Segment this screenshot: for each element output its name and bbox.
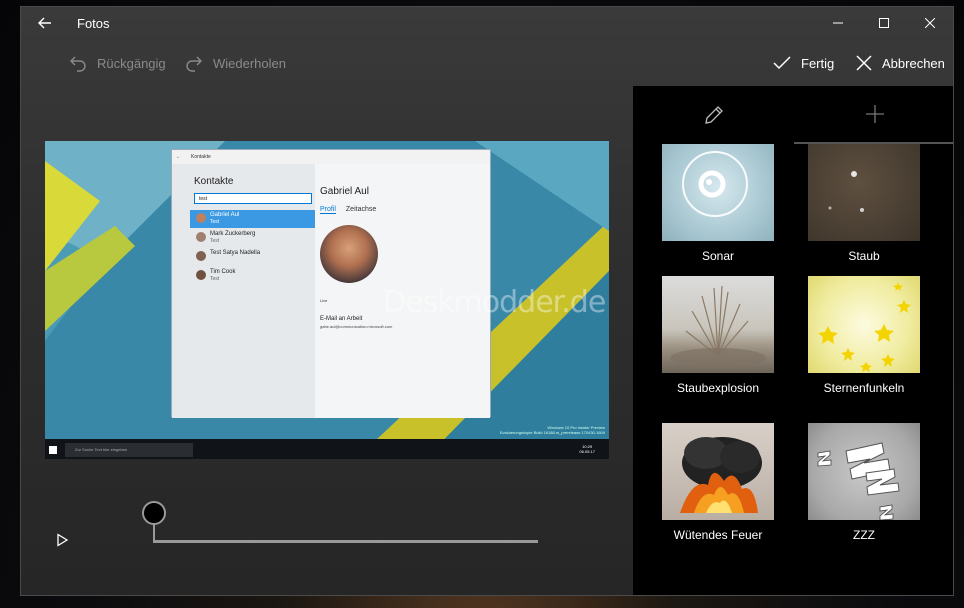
minimize-button[interactable]: [815, 7, 861, 39]
app-title: Fotos: [77, 15, 110, 31]
pencil-icon: [704, 106, 723, 124]
effect-tile-wuetendes-feuer[interactable]: Wütendes Feuer: [662, 423, 774, 542]
play-button[interactable]: [55, 533, 73, 551]
video-preview: ← Kontakte Kontakte test Gabriel Aul Test…: [45, 141, 609, 459]
build-info: Windows 10 Pro Insider Preview Evaluieru…: [500, 425, 605, 435]
build-line: Evaluierungskopie Build 16188.rs_prerele…: [499, 430, 605, 435]
back-arrow-icon: [38, 17, 51, 29]
command-bar: Rückgängig Wiederholen Fertig Abbrechen: [21, 47, 953, 79]
undo-label: Rückgängig: [97, 55, 166, 71]
taskbar-search-text: Zur Suche Text hier eingeben: [75, 447, 128, 452]
checkmark-icon: [773, 56, 791, 70]
effect-tile-staubexplosion[interactable]: Staubexplosion: [662, 276, 774, 395]
contact-name: Test Satya Nadella: [210, 250, 261, 256]
maximize-button[interactable]: [861, 7, 907, 39]
tab-profile: Profil: [320, 206, 336, 214]
contact-sub: Test: [210, 219, 220, 225]
effect-tile-sternenfunkeln[interactable]: Sternenfunkeln: [808, 276, 920, 395]
window-controls: [815, 7, 953, 39]
close-icon: [925, 18, 935, 28]
effect-label: ZZZ: [853, 528, 875, 542]
timeline-thumb[interactable]: [142, 501, 166, 525]
clock: 10:29 06.05.17: [579, 444, 595, 454]
plus-icon: [865, 105, 884, 123]
contacts-search-box: test: [194, 193, 312, 204]
effect-thumbnail: [808, 144, 920, 241]
contacts-window-caption: Kontakte: [191, 154, 211, 160]
tab-add[interactable]: [794, 86, 953, 144]
effect-tile-sonar[interactable]: Sonar: [662, 144, 774, 263]
tab-edit[interactable]: [633, 86, 794, 144]
done-label: Fertig: [801, 55, 835, 71]
contact-avatar: [196, 232, 206, 242]
contacts-heading: Kontakte: [194, 176, 234, 187]
taskbar: Zur Suche Text hier eingeben 10:29 06.05…: [45, 441, 609, 459]
effect-label: Staubexplosion: [676, 381, 760, 395]
cancel-x-icon: [856, 55, 872, 71]
undo-icon: [70, 56, 86, 72]
contact-sub: Test: [210, 276, 220, 282]
contact-name: Tim Cook: [210, 269, 236, 275]
email-value: gabe.aul@communication.microsoft.com: [320, 324, 393, 329]
effect-thumbnail: [662, 276, 774, 373]
effect-tile-staub[interactable]: Staub: [808, 144, 920, 263]
taskbar-search: Zur Suche Text hier eingeben: [65, 443, 193, 457]
effect-tile-zzz[interactable]: ZZZ: [808, 423, 920, 542]
contact-name: Mark Zuckerberg: [210, 231, 256, 237]
cancel-label: Abbrechen: [882, 55, 945, 71]
redo-icon: [186, 56, 202, 72]
timeline-track[interactable]: [153, 540, 538, 543]
close-window-button[interactable]: [907, 7, 953, 39]
contacts-back-icon: ←: [176, 154, 181, 160]
minimize-icon: [833, 22, 843, 24]
contact-avatar: [196, 270, 206, 280]
play-icon: [57, 533, 69, 547]
contact-name: Gabriel Aul: [210, 212, 240, 218]
profile-photo: [320, 225, 378, 283]
undo-button[interactable]: Rückgängig: [69, 47, 166, 79]
effect-label: Sonar: [701, 249, 735, 263]
effect-label: Staub: [848, 249, 880, 263]
watermark: Deskmodder.de: [383, 285, 606, 320]
effects-panel: Sonar Staub Staubexplosion Sternenfunkel…: [633, 86, 953, 595]
contact-avatar: [196, 251, 206, 261]
clock-date: 06.05.17: [579, 449, 595, 454]
effects-panel-tabs: [633, 86, 953, 144]
contacts-app-window: ← Kontakte Kontakte test Gabriel Aul Test…: [171, 149, 491, 418]
redo-label: Wiederholen: [213, 55, 286, 71]
effect-label: Sternenfunkeln: [823, 381, 905, 395]
effect-thumbnail: [662, 144, 774, 241]
email-label: E-Mail an Arbeit: [320, 316, 363, 322]
detail-name: Gabriel Aul: [320, 186, 369, 197]
maximize-icon: [879, 18, 889, 28]
contacts-search-value: test: [199, 196, 208, 202]
live-label: Live: [320, 298, 328, 303]
title-bar: Fotos: [21, 7, 953, 39]
redo-button[interactable]: Wiederholen: [185, 47, 286, 79]
contact-avatar: [196, 213, 206, 223]
windows-start-icon: [49, 446, 57, 454]
effect-thumbnail: [808, 276, 920, 373]
effect-thumbnail: [662, 423, 774, 520]
done-button[interactable]: Fertig: [773, 47, 834, 79]
photos-window: Fotos Rückgängig Wiederholen Fertig Abbr…: [20, 6, 954, 596]
effect-thumbnail: [808, 423, 920, 520]
cancel-button[interactable]: Abbrechen: [856, 47, 945, 79]
back-button[interactable]: [21, 7, 69, 39]
effect-label: Wütendes Feuer: [673, 528, 763, 542]
timeline: [21, 487, 631, 587]
contact-sub: Test: [210, 238, 220, 244]
tab-timeline: Zeitachse: [345, 206, 377, 213]
